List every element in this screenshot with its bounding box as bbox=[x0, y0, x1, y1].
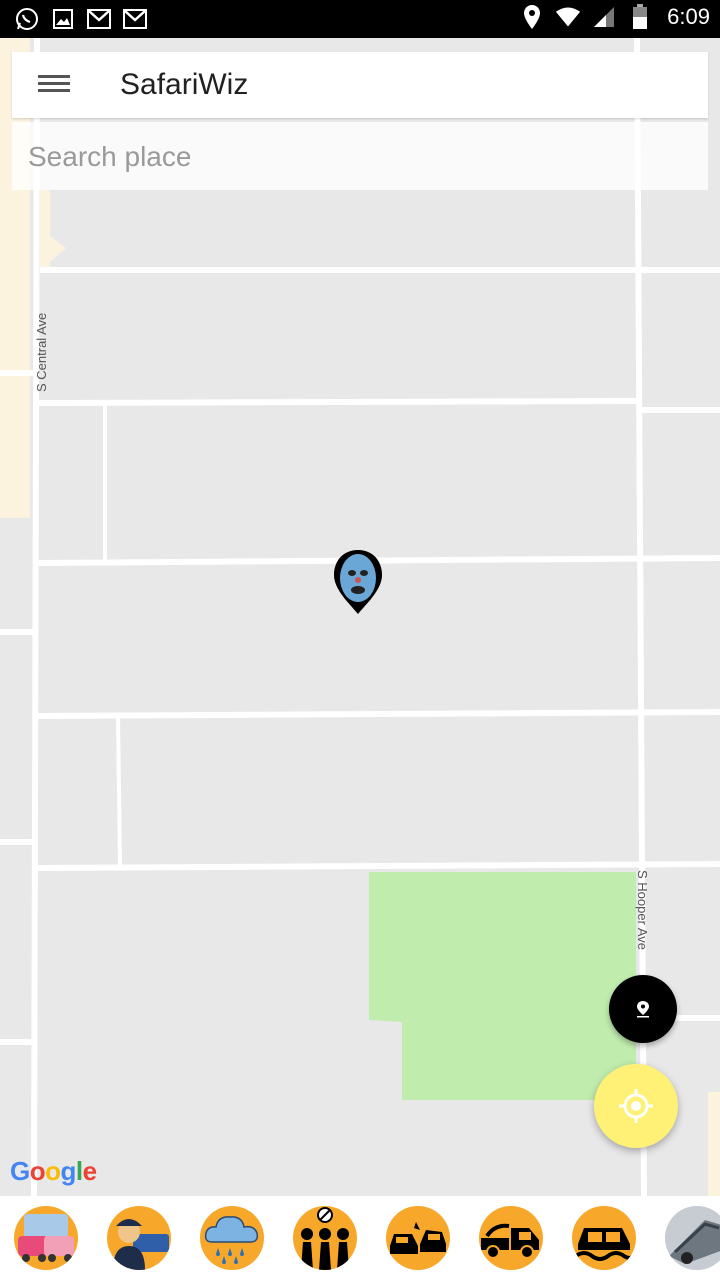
gmail-icon bbox=[122, 6, 148, 32]
add-marker-button[interactable] bbox=[609, 975, 677, 1043]
tow-truck-icon[interactable] bbox=[479, 1206, 543, 1270]
location-icon bbox=[519, 4, 545, 30]
google-logo-letter: G bbox=[10, 1156, 30, 1186]
my-location-button[interactable] bbox=[594, 1064, 678, 1148]
hamburger-menu-icon[interactable] bbox=[38, 71, 70, 99]
my-location-icon bbox=[619, 1089, 653, 1123]
category-bar bbox=[0, 1196, 720, 1280]
whatsapp-icon bbox=[14, 6, 40, 32]
street-label-hooper: S Hooper Ave bbox=[635, 870, 650, 950]
map-pin-icon bbox=[637, 1001, 649, 1018]
search-input[interactable] bbox=[26, 134, 690, 180]
protest-icon[interactable] bbox=[293, 1206, 357, 1270]
google-logo-letter: o bbox=[29, 1156, 46, 1186]
park-area bbox=[369, 872, 636, 1100]
street-label-central: S Central Ave bbox=[34, 312, 49, 392]
google-logo-letter: o bbox=[45, 1156, 61, 1186]
google-logo-letter: l bbox=[75, 1156, 83, 1186]
user-location-marker[interactable] bbox=[332, 548, 384, 616]
police-icon[interactable] bbox=[107, 1206, 171, 1270]
app-bar: SafariWiz bbox=[12, 52, 708, 118]
image-icon bbox=[50, 6, 76, 32]
google-logo-letter: e bbox=[82, 1156, 97, 1186]
accident-icon[interactable] bbox=[386, 1206, 450, 1270]
status-bar: 6:09 bbox=[0, 0, 720, 38]
search-bar bbox=[12, 122, 708, 190]
flooded-car-icon[interactable] bbox=[572, 1206, 636, 1270]
traffic-jam-icon[interactable] bbox=[14, 1206, 78, 1270]
battery-icon bbox=[627, 4, 653, 30]
google-logo-letter: g bbox=[60, 1156, 77, 1186]
signal-icon bbox=[591, 4, 617, 30]
breakdown-icon[interactable] bbox=[665, 1206, 720, 1270]
status-time: 6:09 bbox=[667, 4, 710, 29]
app-title: SafariWiz bbox=[120, 68, 249, 101]
rain-icon[interactable] bbox=[200, 1206, 264, 1270]
google-logo: Google bbox=[10, 1156, 97, 1187]
wifi-icon bbox=[555, 4, 581, 30]
gmail-icon bbox=[86, 6, 112, 32]
